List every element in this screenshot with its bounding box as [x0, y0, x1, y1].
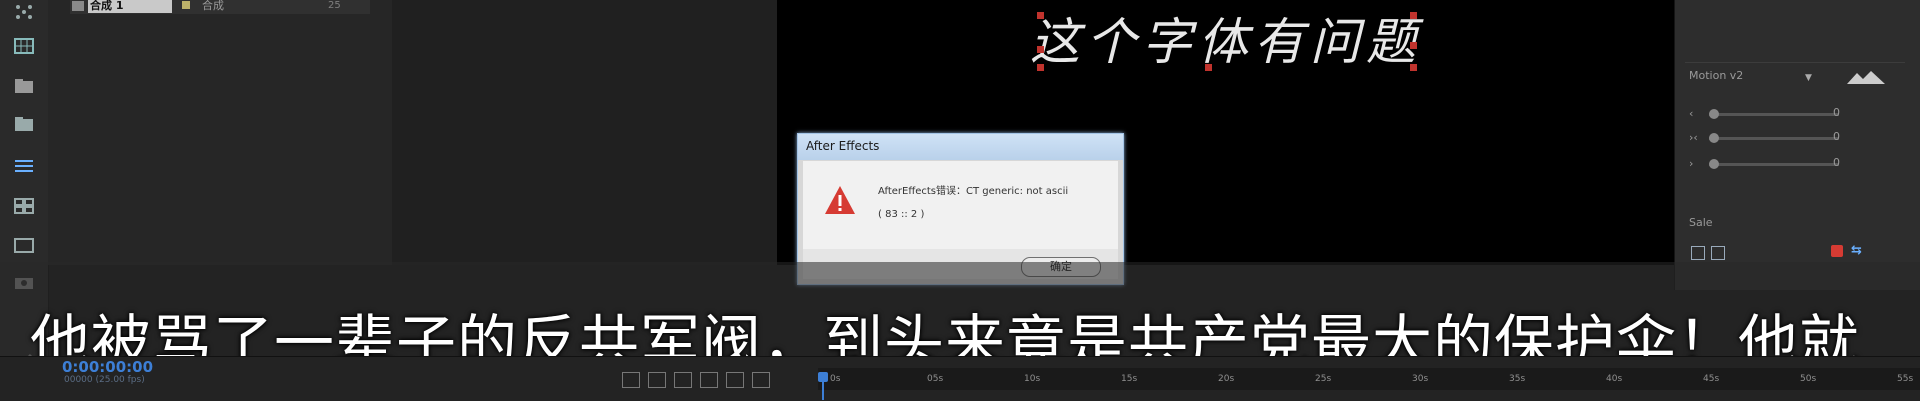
slider-knob[interactable] — [1709, 109, 1719, 119]
dialog-error-code: ( 83 :: 2 ) — [878, 209, 925, 220]
timecode-display[interactable]: 0:00:00:00 — [62, 358, 153, 376]
mountains-icon[interactable] — [1847, 70, 1885, 84]
project-item-type: 合成 — [202, 0, 224, 12]
timeline-tool-icon[interactable] — [648, 372, 666, 388]
slider-value[interactable]: 0 — [1833, 156, 1840, 169]
effects-presets-panel: Motion v2 ▼ ‹ 0 ›‹ 0 › 0 Sale ⇆ — [1674, 0, 1920, 290]
selection-handle[interactable] — [1410, 64, 1417, 71]
selection-handle[interactable] — [1205, 64, 1212, 71]
monitor-icon[interactable] — [12, 236, 36, 256]
selection-handle[interactable] — [1410, 12, 1417, 19]
time-ruler-tick: 45s — [1703, 374, 1720, 384]
timeline-tool-icon[interactable] — [726, 372, 744, 388]
time-ruler-tick: 25s — [1315, 374, 1332, 384]
effect-controls-panel — [392, 0, 777, 265]
preset-dropdown[interactable]: Motion v2 — [1689, 69, 1743, 82]
playhead-line — [822, 380, 824, 400]
selection-handle[interactable] — [1410, 42, 1417, 49]
time-ruler-tick: 40s — [1606, 374, 1623, 384]
time-ruler-tick: 20s — [1218, 374, 1235, 384]
dialog-title: After Effects — [806, 139, 880, 153]
composition-text-layer[interactable]: 这个字体有问题 — [1030, 2, 1422, 74]
swap-icon[interactable]: ⇆ — [1851, 243, 1862, 258]
time-ruler-tick: 10s — [1024, 374, 1041, 384]
chevron-right-icon: › — [1689, 157, 1694, 170]
timeline-tool-icon[interactable] — [700, 372, 718, 388]
project-item-size: 25 — [328, 0, 341, 11]
selection-handle[interactable] — [1037, 46, 1044, 53]
folder-icon[interactable] — [12, 114, 36, 134]
slider-value[interactable]: 0 — [1833, 106, 1840, 119]
project-item-name[interactable]: 合成 1 — [88, 0, 172, 13]
warning-icon — [825, 186, 855, 214]
save-icon[interactable] — [1691, 246, 1705, 260]
slider-track[interactable] — [1709, 163, 1839, 166]
record-icon[interactable] — [1831, 245, 1843, 257]
chevron-down-icon[interactable]: ▼ — [1805, 73, 1812, 83]
dots-icon[interactable] — [12, 2, 36, 22]
dialog-message: AfterEffects错误：CT generic: not ascii — [878, 186, 1069, 197]
dialog-body: AfterEffects错误：CT generic: not ascii ( 8… — [803, 161, 1118, 249]
time-ruler-tick: 35s — [1509, 374, 1526, 384]
divider — [1685, 62, 1905, 63]
folder-icon[interactable] — [12, 76, 36, 96]
slider-knob[interactable] — [1709, 159, 1719, 169]
time-ruler-tick: 55s — [1897, 374, 1914, 384]
timeline-tool-icon[interactable] — [674, 372, 692, 388]
panel-label: Sale — [1689, 216, 1713, 229]
time-ruler-tick: 05s — [927, 374, 944, 384]
timecode-frames: 00000 (25.00 fps) — [64, 375, 145, 385]
time-ruler-tick: 30s — [1412, 374, 1429, 384]
list-icon[interactable] — [12, 156, 36, 176]
layout-icon[interactable] — [12, 196, 36, 216]
trash-icon[interactable] — [1711, 246, 1725, 260]
chevron-left-icon: ‹ — [1689, 107, 1694, 120]
slider-track[interactable] — [1709, 137, 1839, 140]
time-ruler-tick: 50s — [1800, 374, 1817, 384]
timeline-tool-icon[interactable] — [752, 372, 770, 388]
selection-handle[interactable] — [1037, 12, 1044, 19]
composition-icon — [72, 1, 84, 11]
timeline-tool-icon[interactable] — [622, 372, 640, 388]
time-ruler-tick: 0s — [830, 374, 841, 384]
time-ruler[interactable] — [818, 368, 1920, 390]
slider-track[interactable] — [1709, 113, 1839, 116]
chevron-left-icon: ›‹ — [1689, 131, 1698, 144]
time-ruler-tick: 15s — [1121, 374, 1138, 384]
slider-knob[interactable] — [1709, 133, 1719, 143]
label-color-swatch[interactable] — [182, 1, 190, 9]
selection-handle[interactable] — [1037, 64, 1044, 71]
slider-value[interactable]: 0 — [1833, 130, 1840, 143]
project-panel — [48, 0, 393, 265]
grid-icon[interactable] — [12, 36, 36, 56]
